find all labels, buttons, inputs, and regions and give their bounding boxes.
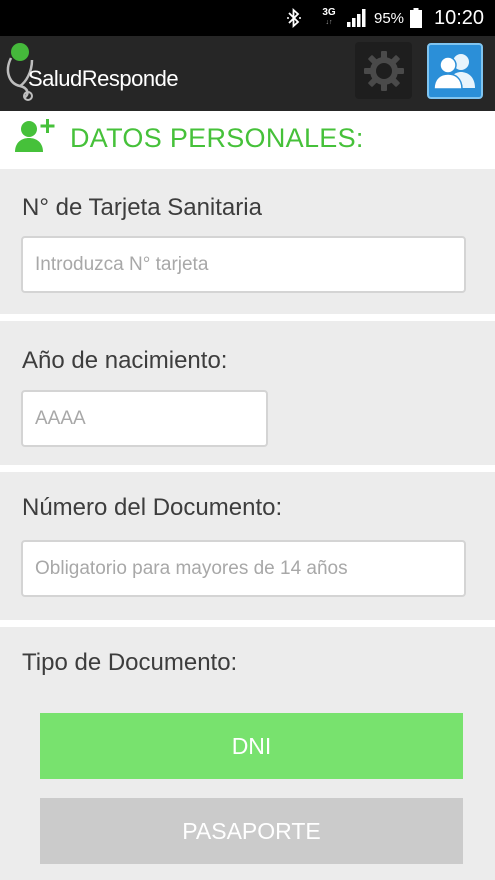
profile-button[interactable] bbox=[427, 43, 483, 99]
battery-percent: 95% bbox=[374, 9, 405, 27]
section-title: DATOS PERSONALES: bbox=[70, 123, 364, 153]
add-user-icon bbox=[15, 119, 55, 152]
section-header: DATOS PERSONALES: bbox=[0, 111, 495, 169]
documento-field-group: Número del Documento: bbox=[0, 472, 495, 620]
app-title: SaludResponde bbox=[28, 66, 179, 91]
bluetooth-icon bbox=[283, 0, 305, 36]
tarjeta-label: N° de Tarjeta Sanitaria bbox=[22, 194, 262, 221]
app-logo[interactable]: SaludResponde bbox=[2, 42, 192, 104]
tipo-documento-label: Tipo de Documento: bbox=[22, 649, 238, 676]
signal-icon bbox=[346, 0, 370, 36]
clock: 10:20 bbox=[434, 6, 485, 29]
pasaporte-button[interactable]: PASAPORTE bbox=[40, 798, 463, 864]
divider bbox=[0, 465, 495, 472]
app-bar: SaludResponde bbox=[0, 36, 495, 111]
nacimiento-input[interactable] bbox=[21, 390, 268, 447]
divider bbox=[0, 620, 495, 627]
nacimiento-label: Año de nacimiento: bbox=[22, 347, 228, 374]
tarjeta-field-group: N° de Tarjeta Sanitaria bbox=[0, 169, 495, 314]
network-label: 3G bbox=[322, 7, 336, 18]
gear-icon bbox=[363, 50, 404, 91]
network-arrows: ↓↑ bbox=[325, 19, 333, 26]
battery-icon bbox=[409, 0, 423, 36]
documento-input[interactable] bbox=[21, 540, 466, 597]
status-bar: 3G ↓↑ 95% 10:20 bbox=[0, 0, 495, 36]
divider bbox=[0, 314, 495, 321]
dni-button[interactable]: DNI bbox=[40, 713, 463, 779]
tarjeta-input[interactable] bbox=[21, 236, 466, 293]
settings-button[interactable] bbox=[355, 42, 412, 99]
documento-label: Número del Documento: bbox=[22, 494, 283, 521]
users-icon bbox=[433, 54, 475, 90]
network-icon: 3G ↓↑ bbox=[318, 0, 340, 36]
nacimiento-field-group: Año de nacimiento: bbox=[0, 321, 495, 465]
